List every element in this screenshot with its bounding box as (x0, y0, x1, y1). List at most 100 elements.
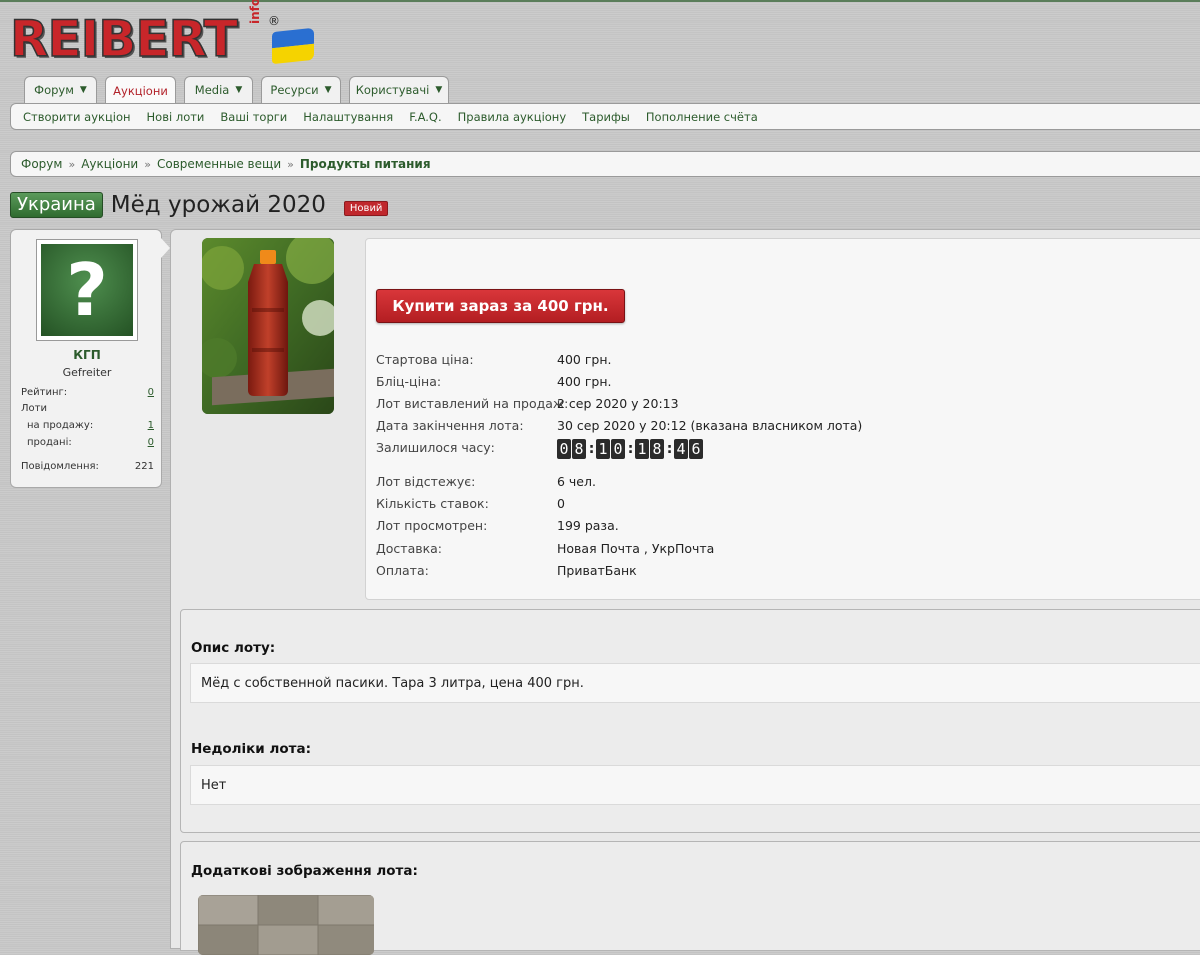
detail-label: Лот виставлений на продаж: (376, 396, 569, 411)
avatar[interactable]: ? (36, 239, 138, 341)
detail-label: Стартова ціна: (376, 352, 474, 367)
timer-digit: 8 (572, 439, 586, 459)
seller-rank: Gefreiter (62, 366, 112, 379)
countdown-timer: 0 8 : 1 0 : 1 8 : 4 6 (557, 439, 704, 459)
auction-subnav: Створити аукціон Нові лоти Ваші торги На… (10, 103, 1200, 130)
subnav-create-auction[interactable]: Створити аукціон (23, 110, 131, 124)
logo-suffix: info (248, 0, 262, 24)
stat-value-messages: 221 (134, 461, 154, 472)
extra-image-thumbnail[interactable] (198, 895, 374, 955)
stat-sold: продані: 0 (21, 437, 154, 448)
seller-card: ? КГП Gefreiter Рейтинг: 0 Лоти на прода… (10, 229, 162, 488)
subnav-top-up[interactable]: Пополнение счёта (646, 110, 758, 124)
subnav-new-lots[interactable]: Нові лоти (147, 110, 205, 124)
top-border (0, 0, 1200, 2)
breadcrumb-separator: » (68, 157, 76, 171)
detail-value: 2 сер 2020 у 20:13 (557, 396, 679, 411)
stat-label: Повідомлення: (21, 461, 99, 472)
subnav-auction-rules[interactable]: Правила аукціону (458, 110, 566, 124)
detail-label: Дата закінчення лота: (376, 418, 524, 433)
ukraine-flag-icon (272, 27, 314, 65)
timer-digit: 6 (689, 439, 703, 459)
timer-digit: 1 (596, 439, 610, 459)
defects-heading: Недоліки лота: (191, 741, 311, 757)
timer-digit: 4 (674, 439, 688, 459)
detail-value: Новая Почта , УкрПочта (557, 541, 715, 556)
stat-value-sold[interactable]: 0 (148, 437, 154, 448)
tab-forum[interactable]: Форум ▼ (24, 76, 97, 103)
breadcrumb-current[interactable]: Продукты питания (300, 157, 431, 171)
subnav-settings[interactable]: Налаштування (303, 110, 393, 124)
detail-label: Бліц-ціна: (376, 374, 442, 389)
detail-label: Доставка: (376, 541, 443, 556)
timer-colon: : (627, 441, 634, 457)
timer-digit: 0 (611, 439, 625, 459)
chevron-down-icon: ▼ (235, 85, 243, 95)
page-title: Мёд урожай 2020 (110, 192, 326, 218)
tab-media[interactable]: Media ▼ (184, 76, 253, 103)
seller-name[interactable]: КГП (11, 348, 163, 362)
chevron-down-icon: ▼ (324, 85, 332, 95)
lot-title-row: Украина Мёд урожай 2020 Новий (10, 189, 389, 221)
stat-label: продані: (27, 437, 72, 448)
detail-label: Лот просмотрен: (376, 518, 488, 533)
chevron-down-icon: ▼ (79, 85, 87, 95)
status-badge: Новий (343, 200, 389, 216)
timer-digit: 8 (650, 439, 664, 459)
tab-label: Media (194, 83, 230, 97)
description-heading: Опис лоту: (191, 640, 276, 656)
detail-value: 199 раза. (557, 518, 619, 533)
stat-messages: Повідомлення: 221 (21, 461, 154, 472)
detail-value: 0 (557, 496, 565, 511)
tab-auctions[interactable]: Аукціони (105, 76, 176, 105)
logo-registered-mark: ® (268, 14, 280, 28)
stat-value-rating[interactable]: 0 (148, 387, 154, 398)
subnav-tariffs[interactable]: Тарифы (582, 110, 630, 124)
defects-text: Нет (190, 765, 1200, 805)
detail-value: 400 грн. (557, 374, 612, 389)
detail-value: ПриватБанк (557, 563, 637, 578)
breadcrumb-forum[interactable]: Форум (21, 157, 62, 171)
stat-for-sale: на продажу: 1 (21, 420, 154, 431)
lot-photo[interactable] (202, 238, 334, 414)
subnav-your-bids[interactable]: Ваші торги (220, 110, 287, 124)
tab-label: Користувачі (355, 83, 430, 97)
stat-value-for-sale[interactable]: 1 (148, 420, 154, 431)
logo-wordmark: REIBERT (9, 10, 238, 68)
site-logo[interactable]: REIBERT info ® (9, 0, 314, 70)
tab-resources[interactable]: Ресурси ▼ (261, 76, 341, 103)
detail-label: Залишилося часу: (376, 440, 495, 455)
breadcrumb-modern-things[interactable]: Современные вещи (157, 157, 281, 171)
subnav-faq[interactable]: F.A.Q. (409, 110, 441, 124)
tab-label: Форум (34, 83, 74, 97)
tab-label: Аукціони (113, 84, 168, 98)
breadcrumb-auctions[interactable]: Аукціони (81, 157, 138, 171)
timer-digit: 1 (635, 439, 649, 459)
chevron-down-icon: ▼ (435, 85, 443, 95)
detail-value: 400 грн. (557, 352, 612, 367)
detail-label: Оплата: (376, 563, 429, 578)
country-badge[interactable]: Украина (10, 192, 103, 218)
timer-colon: : (666, 441, 673, 457)
timer-colon: : (588, 441, 595, 457)
description-text: Мёд с собственной пасики. Тара 3 литра, … (190, 663, 1200, 703)
stat-rating: Рейтинг: 0 (21, 387, 154, 398)
detail-label: Кількість ставок: (376, 496, 489, 511)
stat-label: на продажу: (27, 420, 94, 431)
timer-digit: 0 (557, 439, 571, 459)
tab-label: Ресурси (270, 83, 319, 97)
extra-images-heading: Додаткові зображення лота: (191, 863, 418, 879)
stat-lots: Лоти (21, 403, 154, 414)
stat-label: Рейтинг: (21, 387, 68, 398)
buy-now-button[interactable]: Купити зараз за 400 грн. (376, 289, 625, 323)
detail-label: Лот відстежує: (376, 474, 476, 489)
question-mark-icon: ? (41, 244, 133, 336)
breadcrumb-separator: » (144, 157, 151, 171)
detail-value: 6 чел. (557, 474, 596, 489)
detail-value: 30 сер 2020 у 20:12 (вказана власником л… (557, 418, 863, 433)
breadcrumb: Форум » Аукціони » Современные вещи » Пр… (10, 151, 1200, 177)
card-pointer (161, 238, 170, 258)
stat-label: Лоти (21, 403, 47, 414)
tab-users[interactable]: Користувачі ▼ (349, 76, 449, 103)
breadcrumb-separator: » (287, 157, 294, 171)
